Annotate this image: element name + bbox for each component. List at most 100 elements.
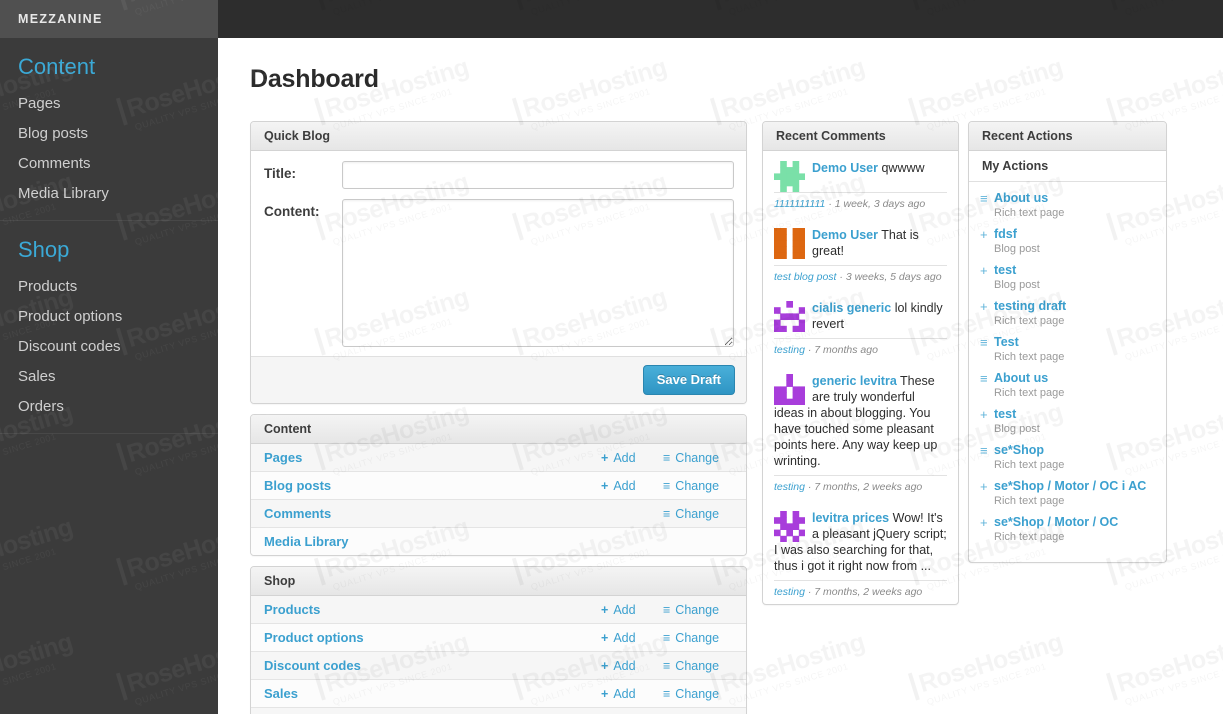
- page-title: Dashboard: [250, 65, 379, 93]
- change-label: Change: [675, 686, 720, 701]
- action-title-link[interactable]: About us: [994, 191, 1156, 206]
- comment-source-link[interactable]: testing: [774, 586, 805, 598]
- comment-source-link[interactable]: 1111111111: [774, 198, 825, 210]
- list-icon: ≡: [663, 602, 671, 617]
- avatar: [774, 301, 805, 332]
- action-title-link[interactable]: About us: [994, 371, 1156, 386]
- model-row: Blog posts + Add ≡ Change: [251, 472, 746, 500]
- comment-source-link[interactable]: test blog post: [774, 271, 836, 283]
- action-title-link[interactable]: testing draft: [994, 299, 1156, 314]
- content-models-panel: Content Pages + Add ≡ Change Blog posts + Add ≡ C…: [250, 414, 747, 556]
- list-icon: ≡: [663, 658, 671, 673]
- action-item: + fdsf Blog post: [980, 227, 1156, 256]
- comment-author-link[interactable]: generic levitra: [812, 374, 897, 388]
- change-link[interactable]: ≡ Change: [663, 659, 735, 673]
- action-text: fdsf Blog post: [994, 227, 1156, 256]
- change-link[interactable]: ≡ Change: [663, 451, 735, 465]
- change-link[interactable]: ≡ Change: [663, 631, 735, 645]
- add-link[interactable]: + Add: [601, 479, 663, 493]
- quick-blog-title-input[interactable]: [342, 161, 734, 189]
- action-title-link[interactable]: se*Shop / Motor / OC: [994, 515, 1156, 530]
- plus-icon: +: [601, 478, 609, 493]
- model-link-discount-codes[interactable]: Discount codes: [264, 658, 601, 673]
- column-right: Recent Actions My Actions ≡ About us Rich …: [968, 121, 1167, 573]
- action-type: Rich text page: [994, 531, 1065, 543]
- sidebar-item-pages[interactable]: Pages: [0, 89, 218, 119]
- quick-blog-panel: Quick Blog Title: Content: Save Draft: [250, 121, 747, 404]
- action-title-link[interactable]: test: [994, 407, 1156, 422]
- change-label: Change: [675, 478, 720, 493]
- sidebar-heading-shop[interactable]: Shop: [0, 234, 218, 272]
- comment-author-link[interactable]: levitra prices: [812, 511, 889, 525]
- quick-blog-content-textarea[interactable]: [342, 199, 734, 347]
- sidebar-item-comments[interactable]: Comments: [0, 149, 218, 179]
- action-list: ≡ About us Rich text page + fdsf Blog post + te…: [969, 182, 1166, 562]
- sidebar-item-sales[interactable]: Sales: [0, 362, 218, 392]
- plus-icon: +: [601, 602, 609, 617]
- comment-list: Demo User qwwww 1111111111 · 1 week, 3 da…: [763, 151, 958, 604]
- change-link[interactable]: ≡ Change: [663, 687, 735, 701]
- sidebar-group-content: Content Pages Blog posts Comments Media Libr…: [0, 38, 218, 220]
- add-link[interactable]: + Add: [601, 603, 663, 617]
- model-link-pages[interactable]: Pages: [264, 450, 601, 465]
- comment-author-link[interactable]: Demo User: [812, 161, 878, 175]
- comment-meta: testing · 7 months, 2 weeks ago: [774, 580, 947, 604]
- sidebar-item-products[interactable]: Products: [0, 272, 218, 302]
- sidebar-item-blog-posts[interactable]: Blog posts: [0, 119, 218, 149]
- action-title-link[interactable]: fdsf: [994, 227, 1156, 242]
- model-link-blog-posts[interactable]: Blog posts: [264, 478, 601, 493]
- plus-icon: +: [601, 686, 609, 701]
- model-link-product-options[interactable]: Product options: [264, 630, 601, 645]
- action-item: + test Blog post: [980, 407, 1156, 436]
- add-icon: +: [980, 407, 988, 422]
- model-row: Product options + Add ≡ Change: [251, 624, 746, 652]
- add-link[interactable]: + Add: [601, 659, 663, 673]
- change-icon: ≡: [980, 335, 988, 350]
- change-label: Change: [675, 450, 720, 465]
- content-panel-heading: Content: [251, 415, 746, 444]
- comment-item: Demo User qwwww 1111111111 · 1 week, 3 da…: [763, 151, 958, 218]
- my-actions-subheading: My Actions: [969, 151, 1166, 182]
- model-link-sales[interactable]: Sales: [264, 686, 601, 701]
- model-link-comments[interactable]: Comments: [264, 506, 601, 521]
- sidebar-item-discount-codes[interactable]: Discount codes: [0, 332, 218, 362]
- add-link[interactable]: + Add: [601, 451, 663, 465]
- action-title-link[interactable]: Test: [994, 335, 1156, 350]
- comment-source-link[interactable]: testing: [774, 481, 805, 493]
- model-row: Sales + Add ≡ Change: [251, 680, 746, 708]
- recent-actions-heading: Recent Actions: [969, 122, 1166, 151]
- sidebar-item-media-library[interactable]: Media Library: [0, 179, 218, 209]
- action-title-link[interactable]: se*Shop / Motor / OC i AC: [994, 479, 1156, 494]
- change-link[interactable]: ≡ Change: [663, 603, 735, 617]
- comment-source-link[interactable]: testing: [774, 344, 805, 356]
- sidebar-item-orders[interactable]: Orders: [0, 392, 218, 422]
- action-type: Rich text page: [994, 495, 1065, 507]
- shop-panel-heading: Shop: [251, 567, 746, 596]
- change-label: Change: [675, 506, 720, 521]
- sidebar-heading-content[interactable]: Content: [0, 51, 218, 89]
- action-title-link[interactable]: se*Shop: [994, 443, 1156, 458]
- comment-meta-separator: ·: [807, 481, 812, 493]
- model-row: Pages + Add ≡ Change: [251, 444, 746, 472]
- quick-blog-heading: Quick Blog: [251, 122, 746, 151]
- action-title-link[interactable]: test: [994, 263, 1156, 278]
- comment-item: levitra prices Wow! It's a pleasant jQue…: [763, 501, 958, 604]
- comment-author-link[interactable]: cialis generic: [812, 301, 891, 315]
- sidebar: MEZZANINE Content Pages Blog posts Comments…: [0, 0, 218, 714]
- add-link[interactable]: + Add: [601, 687, 663, 701]
- comment-author-link[interactable]: Demo User: [812, 228, 878, 242]
- comment-timestamp: 3 weeks, 5 days ago: [845, 271, 942, 283]
- save-draft-button[interactable]: Save Draft: [642, 365, 735, 395]
- model-link-media-library[interactable]: Media Library: [264, 534, 601, 549]
- comment-meta: testing · 7 months ago: [774, 338, 947, 364]
- logo[interactable]: MEZZANINE: [0, 0, 218, 38]
- action-text: About us Rich text page: [994, 371, 1156, 400]
- change-link[interactable]: ≡ Change: [663, 479, 735, 493]
- action-type: Rich text page: [994, 387, 1065, 399]
- change-link[interactable]: ≡ Change: [663, 507, 735, 521]
- comment-timestamp: 1 week, 3 days ago: [834, 198, 926, 210]
- sidebar-item-product-options[interactable]: Product options: [0, 302, 218, 332]
- model-link-products[interactable]: Products: [264, 602, 601, 617]
- add-link[interactable]: + Add: [601, 631, 663, 645]
- add-label: Add: [613, 450, 636, 465]
